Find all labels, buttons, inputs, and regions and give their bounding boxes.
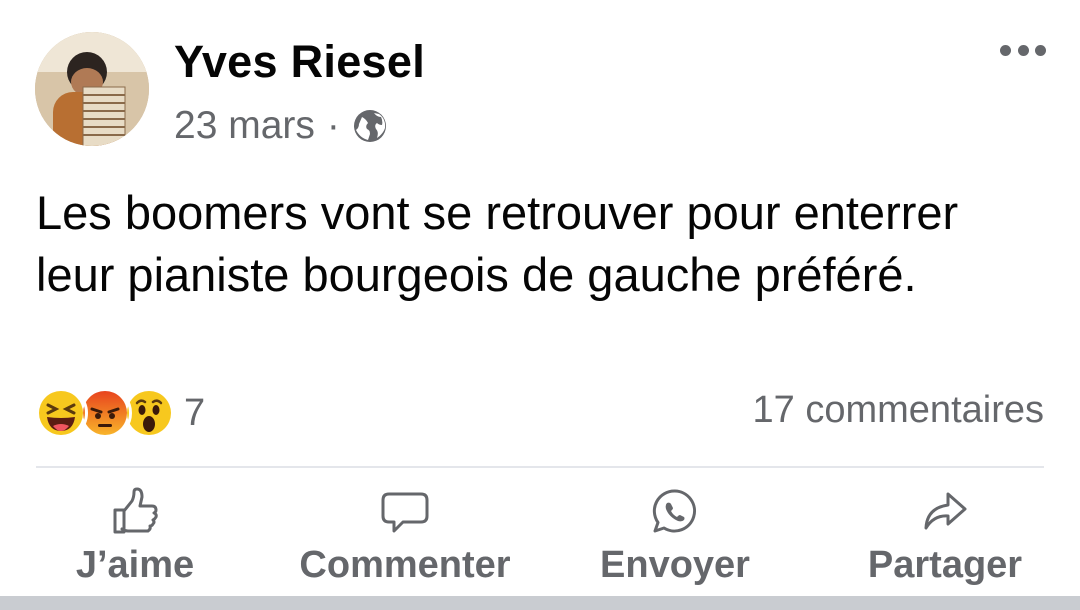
- profile-photo: [35, 32, 149, 146]
- comment-button[interactable]: Commenter: [270, 480, 540, 590]
- divider: [36, 466, 1044, 468]
- dot: [1000, 44, 1011, 56]
- meta-separator: ·: [326, 104, 340, 147]
- like-icon: [113, 487, 158, 534]
- whatsapp-icon: [652, 489, 696, 533]
- share-button[interactable]: Partager: [810, 480, 1080, 590]
- dot: [1017, 44, 1029, 56]
- action-bar: J’aime Commenter Envoyer Partager: [0, 480, 1080, 590]
- comments-count[interactable]: 17 commentaires: [753, 389, 1044, 432]
- share-icon: [924, 492, 967, 530]
- bottom-separator: [0, 596, 1080, 610]
- globe-icon: [352, 108, 388, 144]
- comment-icon: [381, 492, 429, 533]
- like-button[interactable]: J’aime: [0, 480, 270, 590]
- reaction-count: 7: [184, 391, 206, 434]
- post-meta: 23 mars ·: [174, 104, 388, 148]
- author-name[interactable]: Yves Riesel: [174, 36, 425, 88]
- comment-label: Commenter: [299, 544, 511, 586]
- post-date[interactable]: 23 mars: [174, 104, 315, 148]
- reactions-summary[interactable]: 7: [34, 386, 205, 440]
- send-label: Envoyer: [600, 544, 750, 586]
- send-button[interactable]: Envoyer: [540, 480, 810, 590]
- more-options-icon[interactable]: [1000, 38, 1046, 62]
- avatar[interactable]: [35, 32, 149, 146]
- post-text: Les boomers vont se retrouver pour enter…: [36, 186, 959, 301]
- like-label: J’aime: [75, 544, 195, 586]
- laugh-emoji: [34, 386, 88, 440]
- dot: [1035, 44, 1046, 56]
- share-label: Partager: [867, 544, 1023, 586]
